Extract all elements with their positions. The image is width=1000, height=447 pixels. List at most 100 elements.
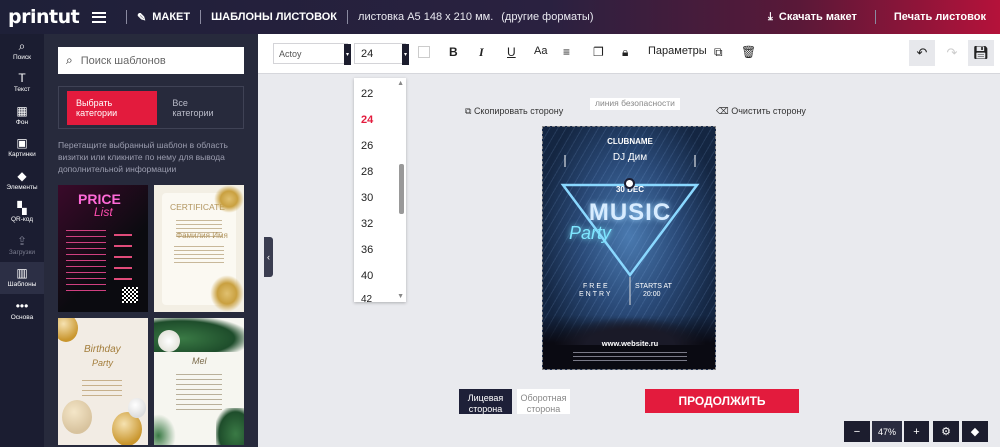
size-option[interactable]: 22 [361, 88, 373, 100]
template-thumb-wedding[interactable]: Mel [154, 318, 244, 445]
bold-button[interactable]: B [449, 45, 458, 59]
flyer-party[interactable]: Party [569, 223, 611, 244]
flyer-canvas[interactable]: CLUBNAME DJ Дим 30 DEC MUSIC Party FREE … [542, 126, 716, 370]
sidebar-item-templates[interactable]: ▥ Шаблоны [0, 261, 44, 294]
redo-button[interactable]: ↷ [939, 40, 965, 66]
sidebar-item-qr[interactable]: ▚ QR-код [0, 197, 44, 230]
text-icon: T [18, 71, 26, 86]
flyer-dj[interactable]: DJ Дим [543, 152, 715, 163]
chevron-down-icon: ▾ [402, 44, 409, 65]
templates-panel: ⌕ Поиск шаблонов Выбрать категории Все к… [44, 34, 258, 447]
size-option[interactable]: 42 [361, 294, 372, 302]
scroll-up-icon[interactable]: ▲ [397, 80, 404, 87]
download-button[interactable]: ⤓ Скачать макет [768, 11, 857, 24]
copy-side-button[interactable]: ⧉ Скопировать сторону [465, 106, 563, 117]
layers-icon[interactable]: ❐ [593, 45, 604, 59]
flyer-clubname[interactable]: CLUBNAME [543, 137, 715, 146]
thumb-name: Фамилия Имя [176, 231, 228, 240]
font-select[interactable]: Actoy ▾ [273, 43, 351, 65]
upload-icon: ⇪ [16, 233, 28, 248]
other-formats-link[interactable]: (другие форматы) [501, 11, 593, 23]
flyer-time[interactable]: 20:00 [643, 291, 661, 298]
panel-hint: Перетащите выбранный шаблон в область ви… [58, 140, 228, 174]
top-bar: printut ✎ МАКЕТ ШАБЛОНЫ ЛИСТОВОК листовка… [0, 0, 1000, 34]
size-option[interactable]: 32 [361, 218, 373, 230]
flyer-starts[interactable]: STARTS AT [635, 283, 672, 290]
chevron-left-icon: ‹ [267, 252, 270, 262]
trash-icon[interactable]: 🗑︎ [741, 45, 756, 59]
settings-button[interactable]: ⚙ [933, 421, 959, 442]
redo-icon: ↷ [946, 45, 958, 60]
sidebar-item-images[interactable]: ▣ Картинки [0, 132, 44, 165]
download-icon: ⤓ [768, 10, 773, 23]
size-option[interactable]: 40 [361, 270, 373, 282]
clear-side-button[interactable]: ⌫ Очистить сторону [716, 106, 806, 117]
underline-button[interactable]: U [507, 45, 516, 59]
save-button[interactable]: 💾︎ [968, 40, 994, 66]
align-icon[interactable]: ≡ [563, 45, 570, 59]
collapse-panel-handle[interactable]: ‹ [264, 237, 273, 277]
copy-icon[interactable]: ⧉ [714, 45, 723, 60]
size-option[interactable]: 36 [361, 244, 373, 256]
size-option[interactable]: 26 [361, 140, 373, 152]
tab-all-categories[interactable]: Все категории [163, 91, 235, 125]
flyer-entry[interactable]: ENTRY [579, 291, 613, 298]
text-toolbar: Actoy ▾ 24 ▾ B I U Aa ≡ ❐ 🔒︎ Параметры ⧉ 🗑… [258, 34, 1000, 74]
template-grid: PRICE List CERTIFICATE Фамилия Имя Birth… [58, 185, 244, 445]
thumb-subtitle: Party [92, 358, 114, 368]
dropdown-scrollbar[interactable] [399, 92, 404, 288]
rotate-handle-icon[interactable] [624, 178, 635, 189]
font-size-select[interactable]: 24 ▾ [354, 43, 409, 65]
tab-select-categories[interactable]: Выбрать категории [67, 90, 158, 125]
save-icon: 💾︎ [972, 45, 990, 60]
size-option[interactable]: 28 [361, 166, 373, 178]
sidebar-item-text[interactable]: T Текст [0, 67, 44, 100]
templates-icon: ▥ [16, 266, 28, 281]
flyer-free[interactable]: FREE [583, 283, 610, 290]
color-picker[interactable] [418, 46, 430, 58]
sidebar-item-background[interactable]: ▦ Фон [0, 99, 44, 132]
tool-sidebar: ⌕ Поиск T Текст ▦ Фон ▣ Картинки ◆ Элементы ▚… [0, 34, 44, 447]
font-size-dropdown[interactable]: ▲ 22 24 26 28 30 32 36 40 42 ▼ [354, 78, 406, 302]
zoom-out-button[interactable]: − [844, 421, 870, 442]
back-side-button[interactable]: Оборотная сторона [517, 389, 570, 414]
help-button[interactable]: ◆ [962, 421, 988, 442]
menu-icon[interactable] [92, 11, 106, 23]
sidebar-item-elements[interactable]: ◆ Элементы [0, 164, 44, 197]
thumb-title: Mel [192, 356, 207, 366]
chevron-down-icon: ▾ [344, 44, 351, 65]
undo-button[interactable]: ↶ [909, 40, 935, 66]
size-option[interactable]: 30 [361, 192, 373, 204]
template-thumb-certificate[interactable]: CERTIFICATE Фамилия Имя [154, 185, 244, 312]
template-search[interactable]: ⌕ Поиск шаблонов [58, 47, 244, 74]
continue-button[interactable]: ПРОДОЛЖИТЬ [645, 389, 799, 413]
divider [874, 10, 876, 24]
flyer-website[interactable]: www.website.ru [543, 339, 715, 348]
parameters-button[interactable]: Параметры [648, 45, 707, 57]
safe-line-label: линия безопасности [590, 98, 680, 110]
maket-button[interactable]: ✎ МАКЕТ [137, 11, 190, 24]
print-button[interactable]: Печать листовок [894, 11, 986, 23]
sidebar-item-base[interactable]: ••• Основа [0, 294, 44, 327]
background-icon: ▦ [16, 103, 28, 118]
search-input[interactable]: Поиск шаблонов [81, 55, 166, 67]
scroll-down-icon[interactable]: ▼ [397, 293, 404, 300]
sidebar-item-uploads[interactable]: ⇪ Загрузки [0, 229, 44, 262]
logo[interactable]: printut [0, 6, 80, 28]
italic-button[interactable]: I [479, 45, 484, 60]
zoom-in-button[interactable]: + [904, 421, 929, 442]
front-side-button[interactable]: Лицевая сторона [459, 389, 512, 414]
product-size: листовка А5 148 x 210 мм. [358, 11, 494, 23]
size-option-selected[interactable]: 24 [361, 114, 373, 126]
lock-icon[interactable]: 🔒︎ [622, 45, 628, 60]
shapes-icon: ◆ [17, 168, 27, 183]
text-case-button[interactable]: Aa [534, 45, 547, 57]
templates-title[interactable]: ШАБЛОНЫ ЛИСТОВОК [211, 11, 337, 23]
template-thumb-birthday[interactable]: Birthday Party [58, 318, 148, 445]
sidebar-item-search[interactable]: ⌕ Поиск [0, 34, 44, 67]
search-icon: ⌕ [18, 38, 26, 53]
template-thumb-price-list[interactable]: PRICE List [58, 185, 148, 312]
more-icon: ••• [15, 298, 29, 313]
thumb-title: Birthday [84, 344, 121, 355]
zoom-level: 47% [872, 421, 902, 442]
